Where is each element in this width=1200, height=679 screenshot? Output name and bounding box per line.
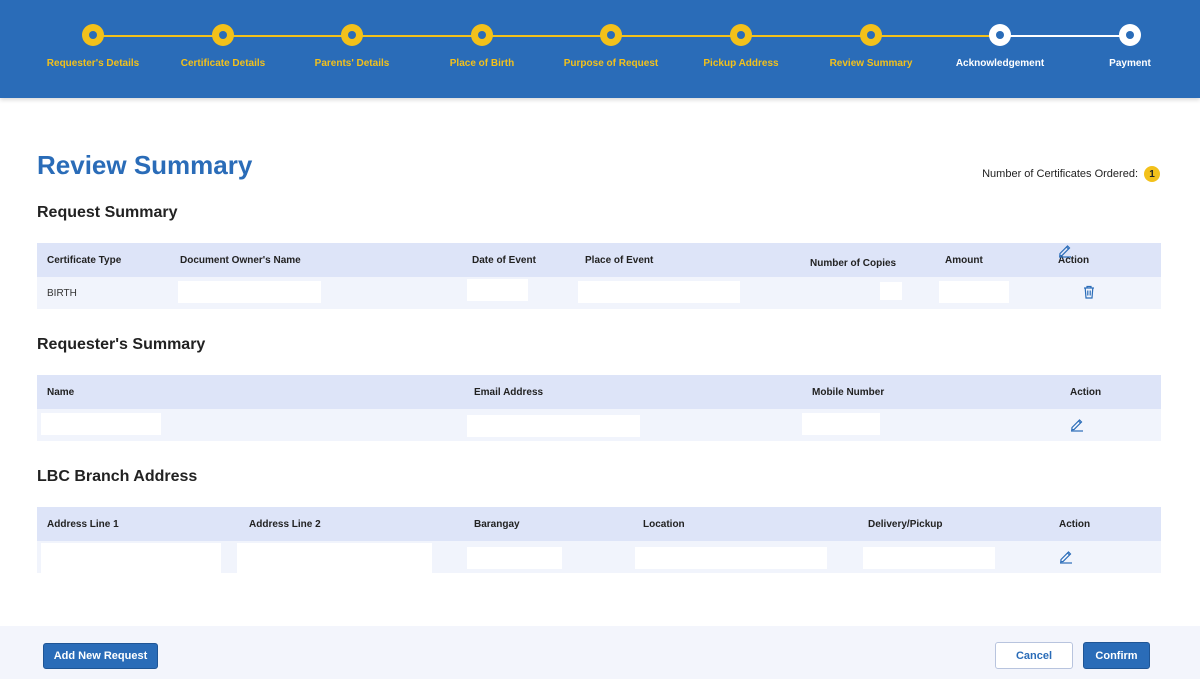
address-line-2-cell (237, 543, 432, 573)
step-completed-icon (600, 24, 622, 46)
column-header: Number of Copies (810, 258, 897, 269)
add-new-request-button[interactable]: Add New Request (43, 643, 158, 669)
progress-step-label: Place of Birth (449, 58, 515, 69)
progress-stepper: Requester's Details Certificate Details Pa… (0, 0, 1200, 98)
confirm-button[interactable]: Confirm (1083, 642, 1150, 669)
delivery-pickup-cell (863, 547, 995, 569)
progress-step: Payment (1050, 24, 1200, 69)
column-header: Certificate Type (47, 255, 122, 266)
progress-step-label: Review Summary (829, 58, 913, 69)
table-header: Certificate Type Document Owner's Name D… (37, 243, 1161, 277)
step-pending-icon (989, 24, 1011, 46)
date-of-event-cell (467, 279, 528, 301)
progress-step-label: Certificate Details (180, 58, 266, 69)
branch-address-table: Address Line 1 Address Line 2 Barangay L… (37, 507, 1161, 573)
step-completed-icon (471, 24, 493, 46)
table-row (37, 409, 1161, 441)
amount-cell (939, 281, 1009, 303)
certificates-ordered-badge: 1 (1144, 166, 1160, 182)
step-completed-icon (860, 24, 882, 46)
page-title: Review Summary (37, 150, 253, 180)
certificates-ordered-label: Number of Certificates Ordered: (982, 168, 1138, 180)
table-header: Name Email Address Mobile Number Action (37, 375, 1161, 409)
column-header: Place of Event (585, 255, 654, 266)
progress-step-label: Pickup Address (703, 58, 779, 69)
step-completed-icon (730, 24, 752, 46)
name-cell (41, 413, 161, 435)
progress-step-label: Purpose of Request (563, 58, 659, 69)
step-completed-icon (82, 24, 104, 46)
location-cell (635, 547, 827, 569)
edit-icon[interactable] (1069, 416, 1085, 432)
trash-icon[interactable] (1081, 284, 1097, 300)
cancel-button[interactable]: Cancel (995, 642, 1073, 669)
column-header: Amount (945, 255, 983, 266)
number-of-copies-cell (880, 282, 902, 300)
step-pending-icon (1119, 24, 1141, 46)
address-line-1-cell (41, 543, 221, 573)
column-header: Delivery/Pickup (868, 519, 943, 530)
email-address-cell (467, 415, 640, 437)
column-header: Barangay (474, 519, 520, 530)
certificates-ordered-count: Number of Certificates Ordered: 1 (982, 166, 1160, 182)
requester-summary-table: Name Email Address Mobile Number Action (37, 375, 1161, 441)
progress-step-label: Payment (1109, 58, 1151, 69)
certificate-type-cell: BIRTH (47, 288, 77, 299)
requester-summary-title: Requester's Summary (37, 336, 206, 353)
request-summary-title: Request Summary (37, 204, 178, 221)
footer-bar: Add New Request Cancel Confirm (0, 626, 1200, 679)
column-header: Email Address (474, 387, 544, 398)
column-header: Address Line 2 (249, 519, 321, 530)
edit-icon[interactable] (1058, 548, 1074, 564)
column-header: Name (47, 387, 75, 398)
column-header: Document Owner's Name (180, 255, 301, 266)
column-header: Action (1059, 519, 1091, 530)
step-completed-icon (341, 24, 363, 46)
document-owner-name-cell (178, 281, 321, 303)
step-completed-icon (212, 24, 234, 46)
table-row: BIRTH (37, 245, 1161, 309)
column-header: Action (1070, 387, 1102, 398)
table-row (37, 541, 1161, 573)
branch-address-title: LBC Branch Address (37, 468, 198, 485)
progress-step-label: Acknowledgement (955, 58, 1045, 69)
column-header: Mobile Number (812, 387, 885, 398)
place-of-event-cell (578, 281, 740, 303)
column-header: Address Line 1 (47, 519, 119, 530)
barangay-cell (467, 547, 562, 569)
progress-step-label: Parents' Details (314, 58, 390, 69)
mobile-number-cell (802, 413, 880, 435)
progress-step-label: Requester's Details (46, 58, 140, 69)
column-header: Location (643, 519, 685, 530)
edit-icon[interactable] (1057, 242, 1073, 258)
column-header: Date of Event (472, 255, 536, 266)
request-summary-table: Certificate Type Document Owner's Name D… (37, 243, 1161, 309)
table-header: Address Line 1 Address Line 2 Barangay L… (37, 507, 1161, 541)
